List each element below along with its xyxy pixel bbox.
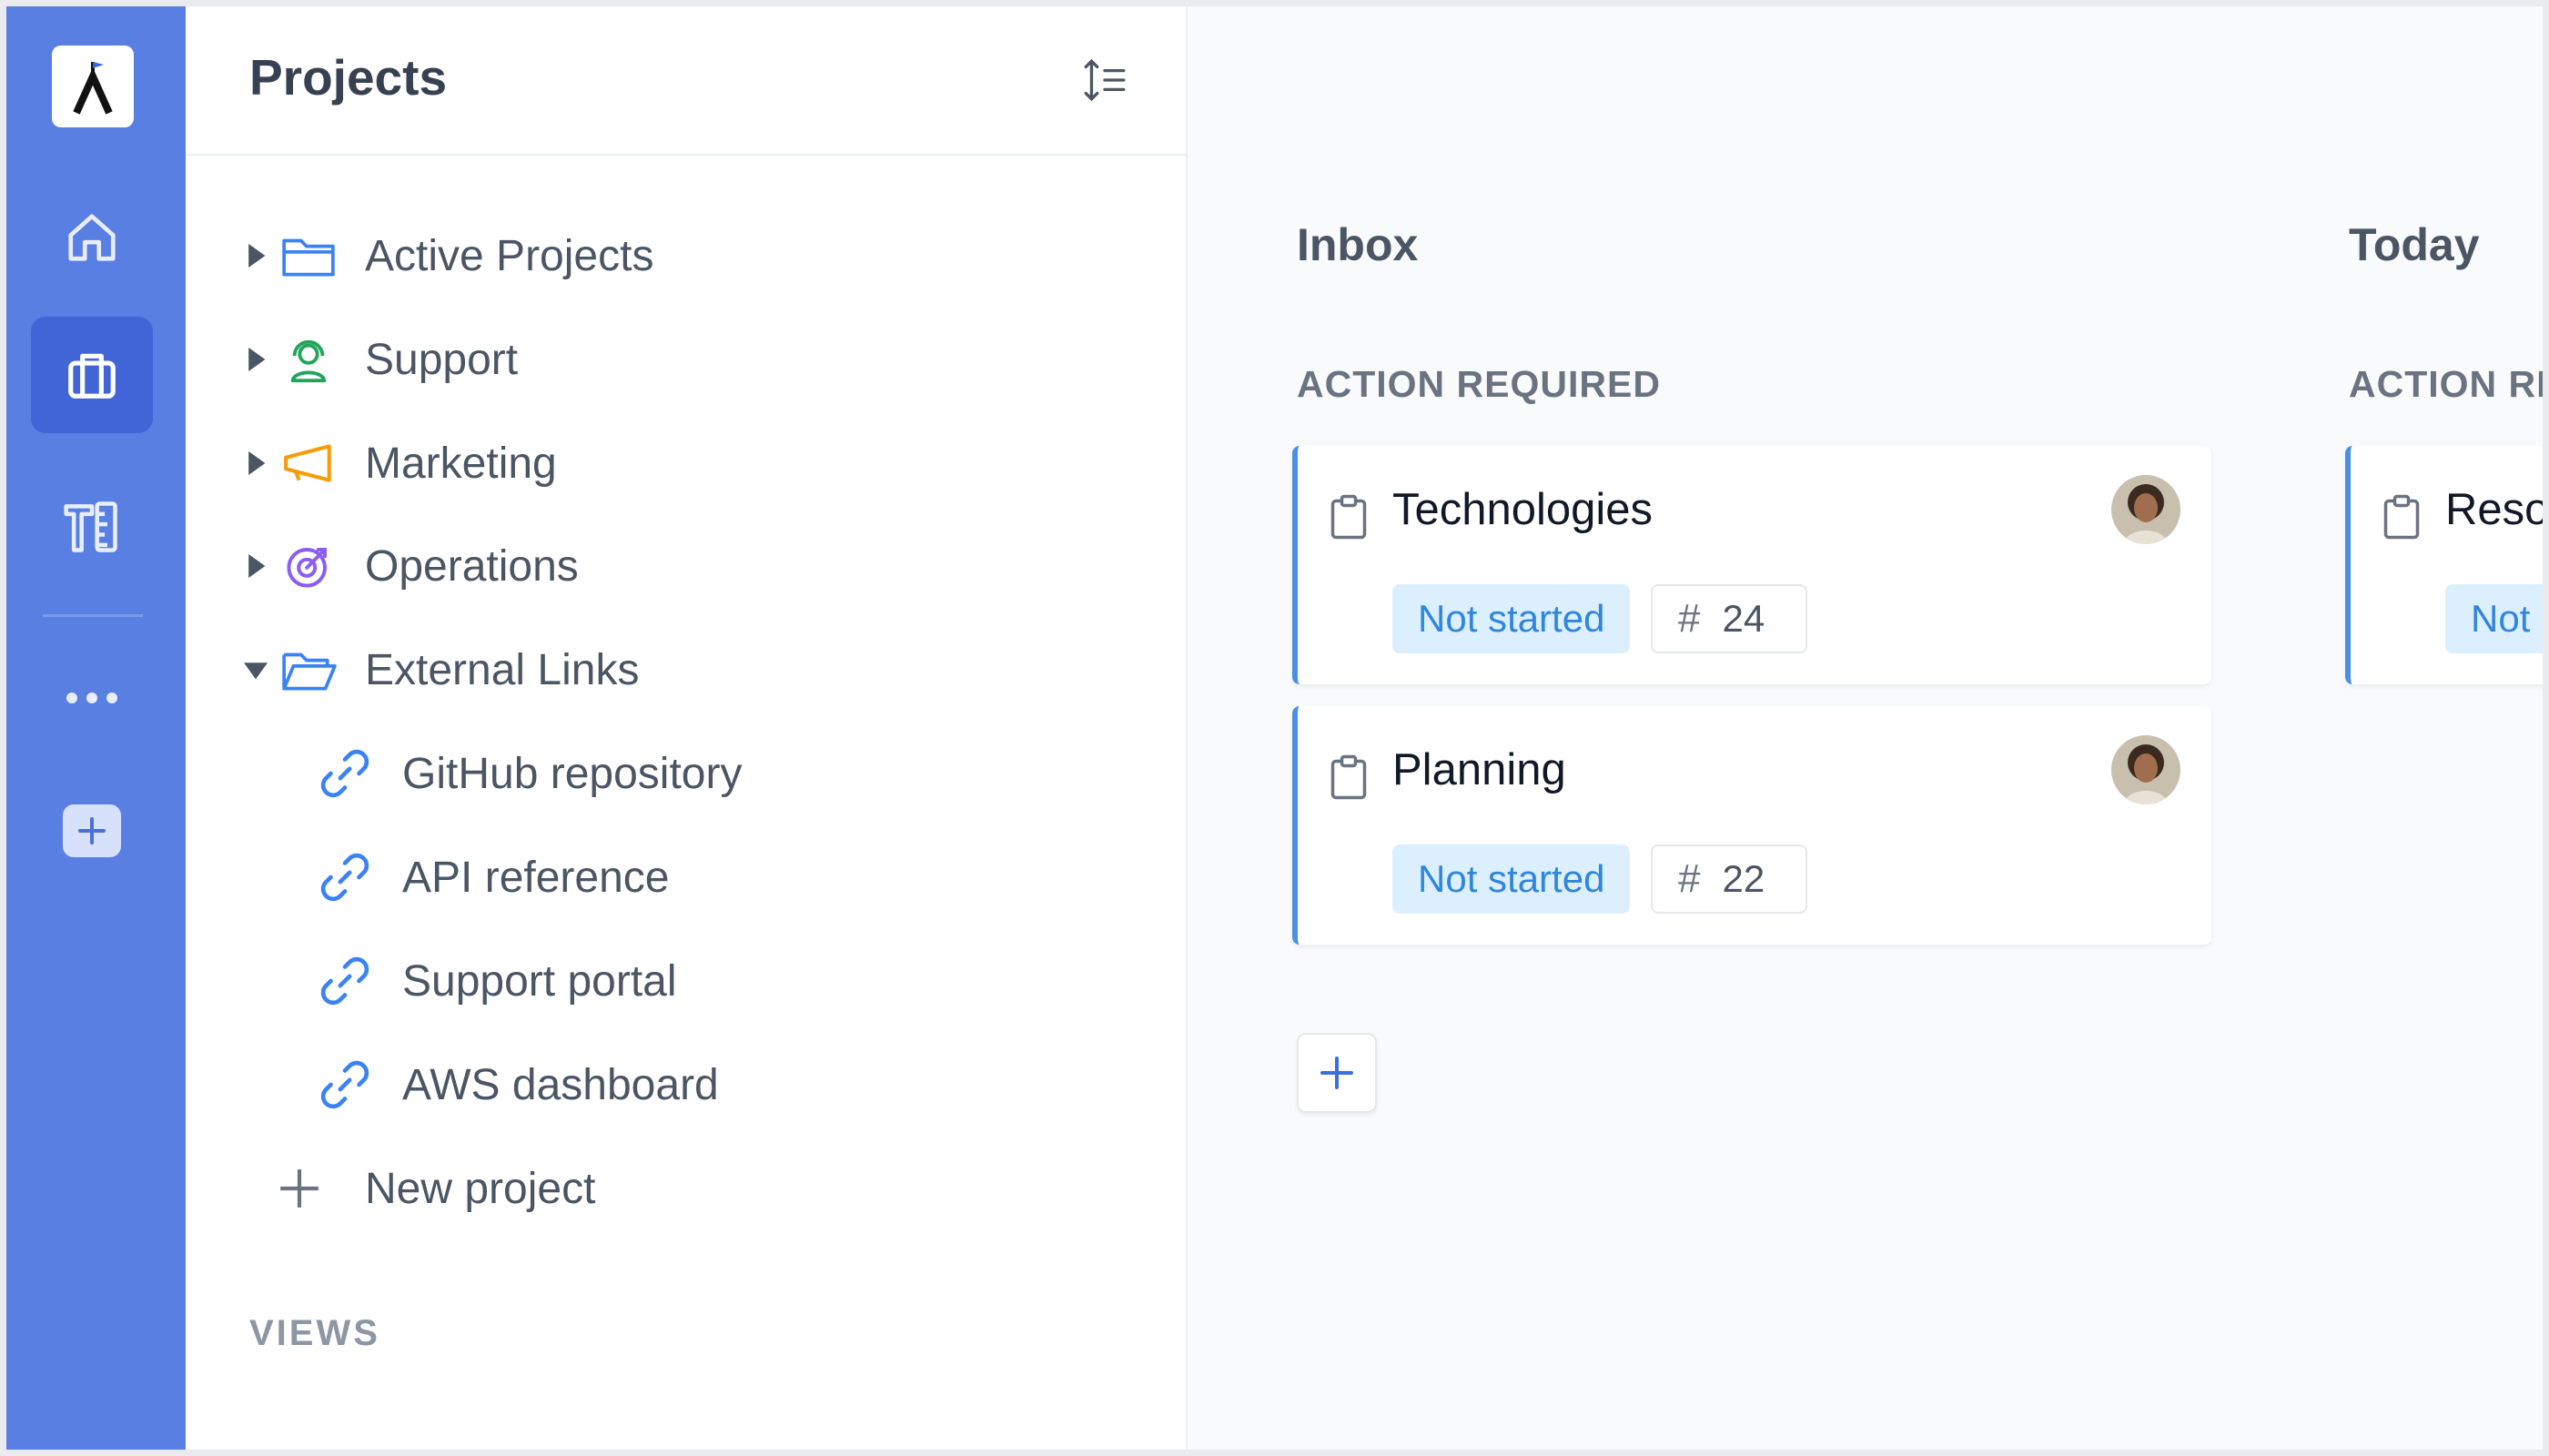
tree-item-active-projects[interactable]: Active Projects (186, 212, 1188, 299)
link-item-support-portal[interactable]: Support portal (186, 937, 1188, 1025)
tree-item-label: Marketing (365, 439, 557, 488)
caret-down-icon[interactable] (244, 658, 268, 682)
clipboard-icon (2383, 494, 2420, 540)
task-number: 22 (1722, 857, 1765, 900)
caret-right-icon[interactable] (244, 554, 268, 578)
caret-right-icon[interactable] (244, 244, 268, 268)
assignee-avatar[interactable] (2111, 475, 2180, 544)
folder-open-icon (282, 652, 337, 691)
link-item-github[interactable]: GitHub repository (186, 730, 1188, 817)
avatar-image (2111, 475, 2180, 544)
link-item-aws-dashboard[interactable]: AWS dashboard (186, 1041, 1188, 1128)
task-card[interactable]: Technologies Not started # 24 (1292, 446, 2211, 684)
tree-item-marketing[interactable]: Marketing (186, 420, 1188, 507)
link-label: Support portal (402, 956, 677, 1006)
tools-nav-button[interactable] (31, 469, 153, 585)
tree-item-external-links[interactable]: External Links (186, 626, 1188, 713)
link-label: GitHub repository (402, 749, 743, 798)
views-section-label: VIEWS (249, 1313, 380, 1353)
task-number-badge: # 22 (1651, 844, 1807, 914)
caret-right-icon[interactable] (244, 451, 268, 475)
logo-icon (73, 62, 113, 115)
projects-sidebar: Projects Active Projects Support Marketi… (186, 6, 1276, 1450)
target-icon (287, 548, 327, 588)
app-rail (6, 6, 186, 1450)
plus-icon (280, 1169, 319, 1208)
add-workspace-button[interactable] (63, 804, 121, 857)
rail-divider (43, 614, 143, 617)
task-title: Technologies (1392, 485, 1654, 534)
sidebar-header: Projects (186, 6, 1186, 156)
link-item-api-reference[interactable]: API reference (186, 834, 1188, 921)
tree-item-label: Operations (365, 541, 579, 591)
sort-icon[interactable] (1082, 56, 1128, 105)
hash-icon: # (1678, 596, 1701, 641)
tree-item-operations[interactable]: Operations (186, 522, 1188, 610)
tree-item-label: Active Projects (365, 231, 654, 280)
tree-item-support[interactable]: Support (186, 316, 1188, 403)
column-title-today: Today (2349, 219, 2480, 270)
assignee-avatar[interactable] (2111, 735, 2180, 804)
tree-item-label: External Links (365, 645, 640, 694)
add-task-button[interactable] (1297, 1033, 1377, 1113)
support-agent-icon (290, 339, 327, 383)
avatar-image (2111, 735, 2180, 804)
link-label: API reference (402, 853, 670, 902)
more-nav-button[interactable] (31, 640, 153, 756)
link-icon (320, 1060, 369, 1109)
more-icon (66, 693, 117, 703)
tools-icon (64, 501, 117, 552)
task-title: Reso (2445, 485, 2543, 534)
task-card[interactable]: Reso Not (2345, 446, 2543, 684)
status-badge[interactable]: Not started (1392, 844, 1631, 914)
status-badge[interactable]: Not (2445, 584, 2543, 653)
clipboard-icon (1330, 494, 1367, 540)
briefcase-icon (68, 353, 116, 399)
section-label-action-required: ACTION REQUIRED (1297, 363, 1661, 405)
new-project-button[interactable]: New project (186, 1145, 1188, 1232)
link-icon (320, 956, 369, 1006)
app-window: Projects Active Projects Support Marketi… (6, 6, 2543, 1450)
link-icon (320, 749, 369, 798)
clipboard-icon (1330, 754, 1367, 800)
plus-icon (78, 817, 106, 844)
task-number-badge: # 24 (1651, 584, 1807, 653)
app-logo[interactable] (52, 46, 134, 127)
hash-icon: # (1678, 856, 1701, 901)
task-title: Planning (1392, 745, 1566, 794)
task-card[interactable]: Planning Not started # 22 (1292, 706, 2211, 945)
page-title: Projects (249, 49, 448, 106)
column-title-inbox: Inbox (1297, 219, 1419, 270)
link-icon (320, 853, 369, 902)
caret-right-icon[interactable] (244, 348, 268, 371)
link-label: AWS dashboard (402, 1060, 719, 1109)
status-badge[interactable]: Not started (1392, 584, 1631, 653)
board-area: Inbox ACTION REQUIRED Technologies Not s… (1188, 6, 2543, 1450)
projects-nav-button[interactable] (31, 317, 153, 433)
tree-item-label: Support (365, 335, 519, 384)
new-project-label: New project (365, 1164, 596, 1213)
home-nav-button[interactable] (31, 179, 153, 296)
task-number: 24 (1722, 597, 1765, 640)
folder-icon (282, 238, 335, 277)
home-icon (68, 214, 116, 261)
megaphone-icon (284, 444, 331, 482)
plus-icon (1320, 1057, 1353, 1089)
section-label-action-required: ACTION RI (2349, 363, 2543, 405)
